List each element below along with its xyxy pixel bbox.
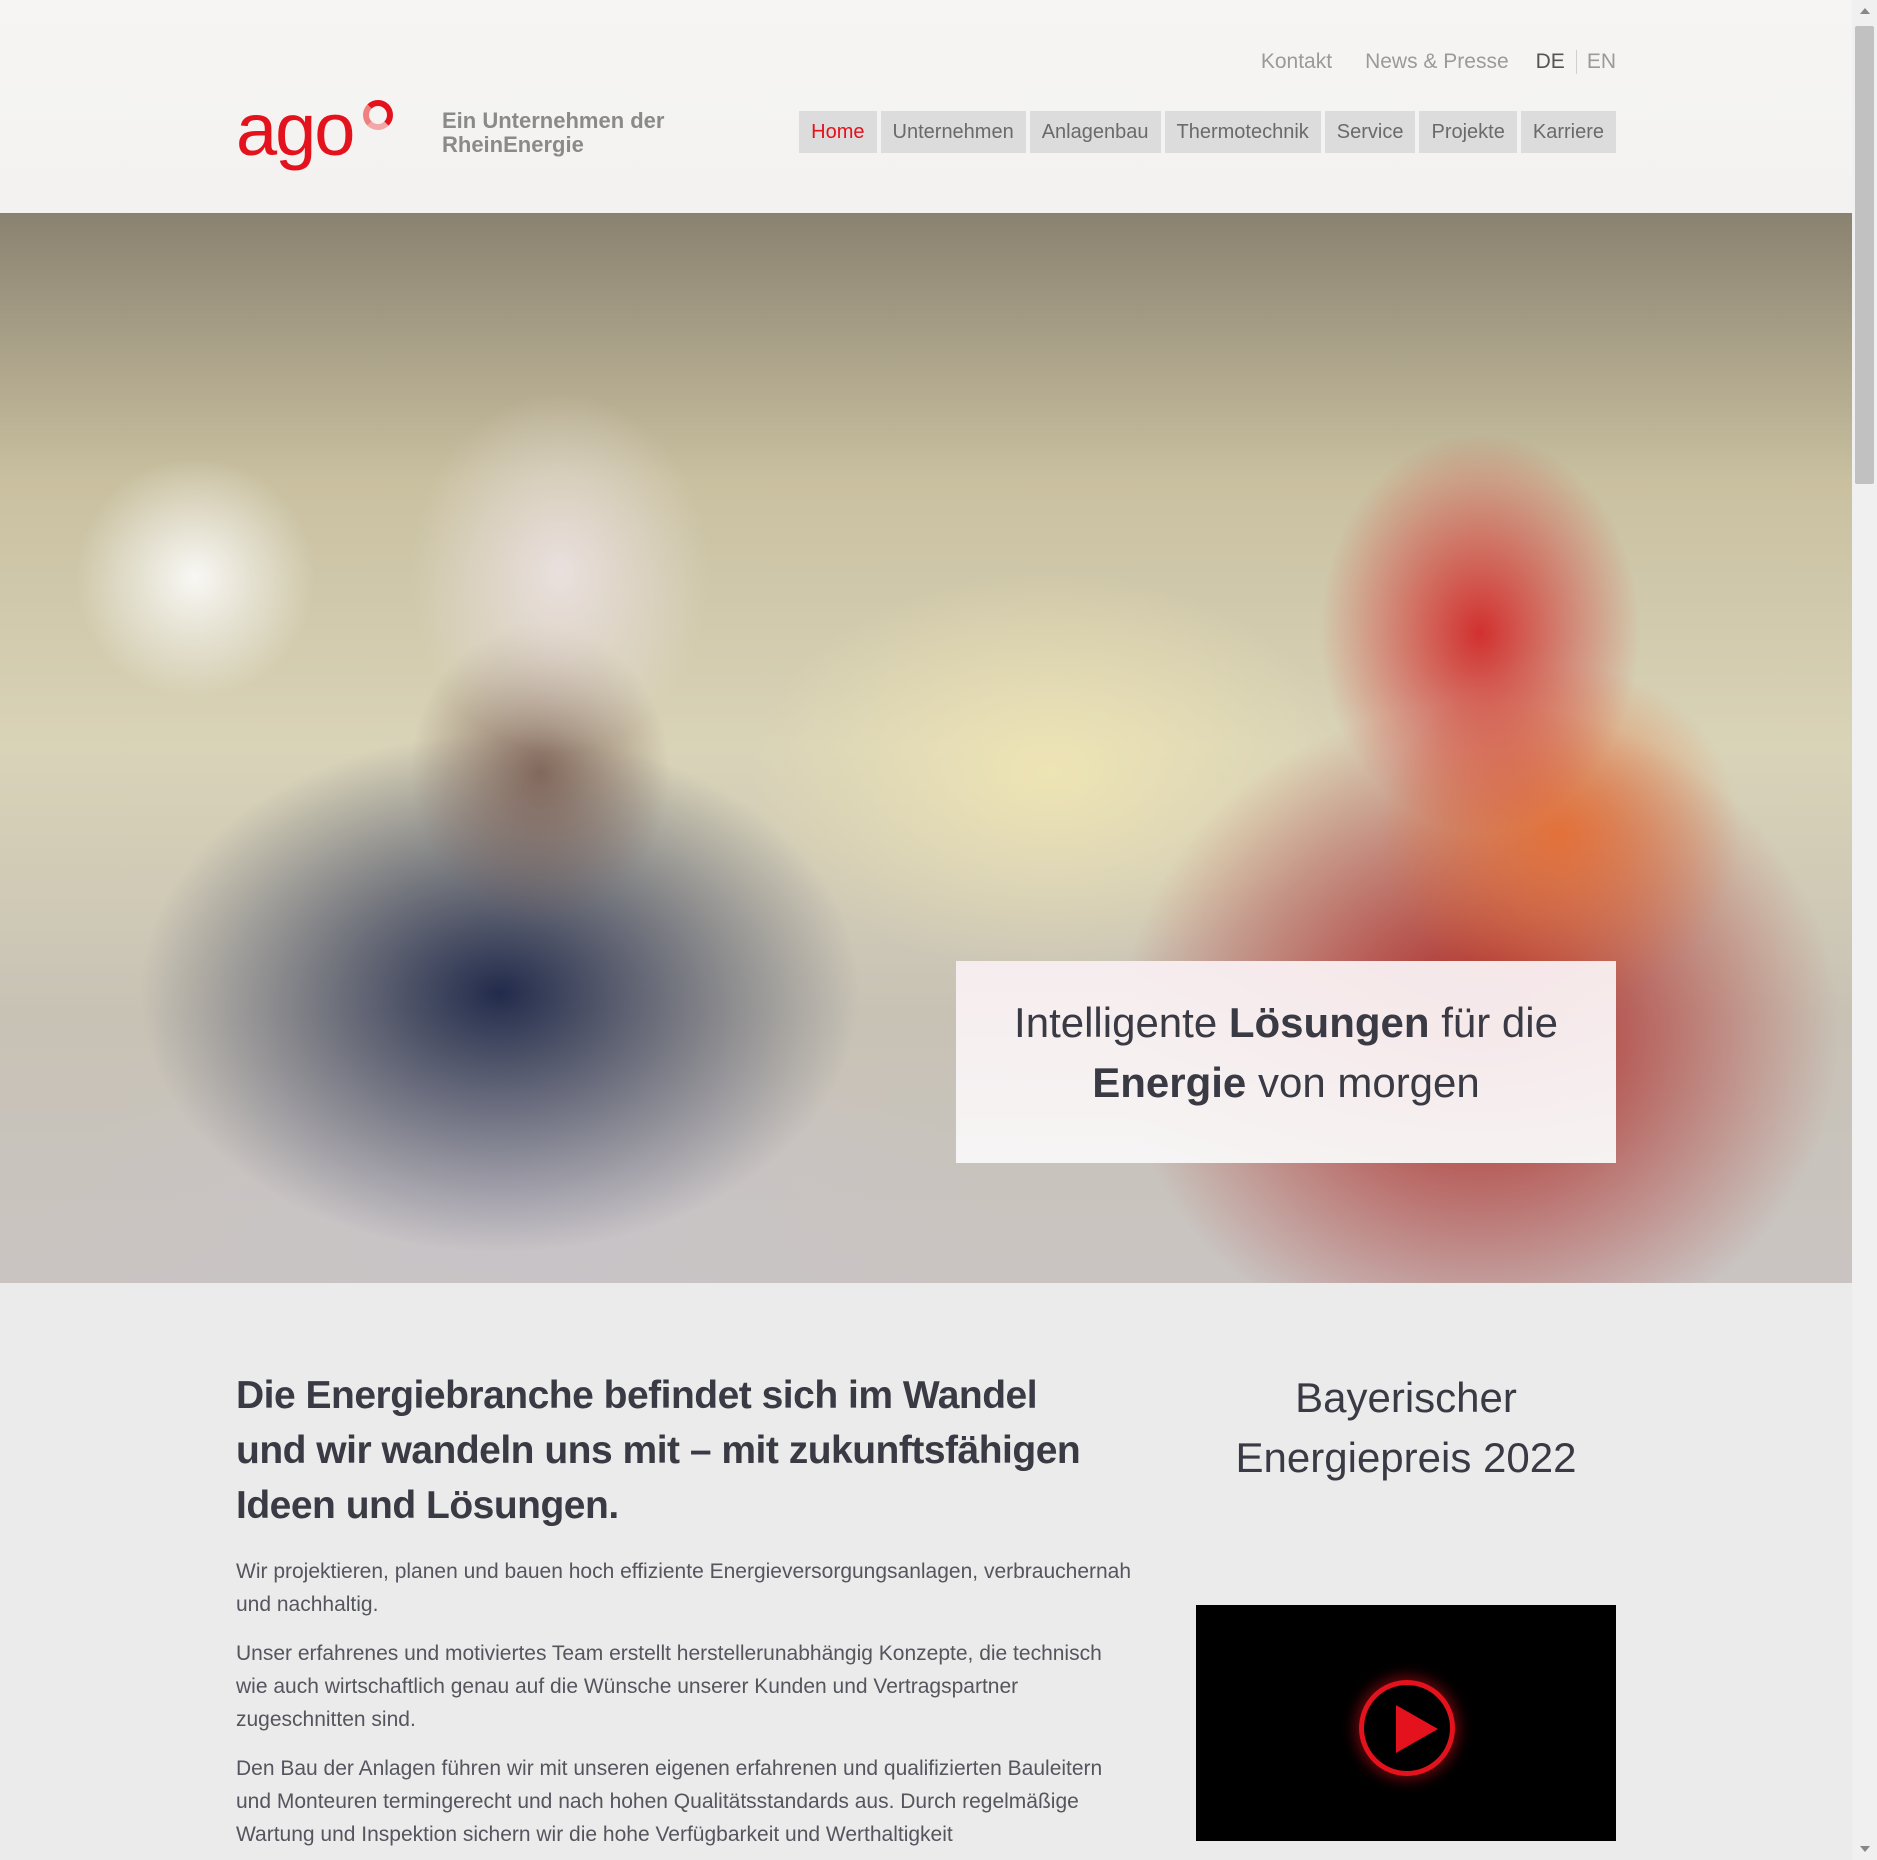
nav-item-unternehmen[interactable]: Unternehmen (880, 111, 1026, 153)
intro-paragraph-2: Unser erfahrenes und motiviertes Team er… (236, 1642, 1102, 1731)
logo-tagline: Ein Unternehmen der RheinEnergie (442, 109, 702, 157)
logo-wordmark: ago (236, 88, 355, 171)
nav-item-thermotechnik[interactable]: Thermotechnik (1164, 111, 1321, 153)
news-presse-link[interactable]: News & Presse (1365, 50, 1509, 74)
scroll-down-arrow-icon[interactable] (1860, 1846, 1870, 1852)
hero-claim-line-1: Intelligente Lösungen für die (1014, 999, 1558, 1046)
ago-logo[interactable]: ago (236, 88, 394, 171)
hero-claim-box: Intelligente Lösungen für die Energie vo… (956, 961, 1616, 1163)
site-header: Kontakt News & Presse DE EN ago Ein Unte… (0, 0, 1852, 213)
play-button[interactable] (1359, 1680, 1455, 1776)
main-navigation: Home Unternehmen Anlagenbau Thermotechni… (799, 111, 1616, 153)
language-en-link[interactable]: EN (1577, 50, 1616, 74)
kontakt-link[interactable]: Kontakt (1261, 50, 1332, 74)
intro-section: Die Energiebranche befindet sich im Wand… (236, 1368, 1136, 1851)
scroll-up-arrow-icon[interactable] (1860, 8, 1870, 14)
hero-image: Intelligente Lösungen für die Energie vo… (0, 213, 1852, 1283)
utility-nav: Kontakt News & Presse DE EN (1261, 50, 1616, 74)
award-section: Bayerischer Energiepreis 2022 (1196, 1368, 1616, 1841)
intro-paragraph-3: Den Bau der Anlagen führen wir mit unser… (236, 1757, 1103, 1846)
intro-headline: Die Energiebranche befindet sich im Wand… (236, 1374, 1081, 1527)
award-title: Bayerischer Energiepreis 2022 (1235, 1374, 1577, 1481)
hero-claim-line-2: Energie von morgen (1092, 1059, 1480, 1106)
scroll-thumb[interactable] (1855, 26, 1874, 484)
logo-ring-icon (363, 100, 394, 130)
tagline-line-1: Ein Unternehmen der (442, 108, 665, 133)
tagline-line-2: RheinEnergie (442, 132, 584, 157)
nav-item-home[interactable]: Home (799, 111, 877, 153)
award-video[interactable] (1196, 1605, 1616, 1841)
page-scrollbar[interactable] (1852, 0, 1877, 1860)
language-de-link[interactable]: DE (1536, 50, 1577, 74)
nav-item-karriere[interactable]: Karriere (1520, 111, 1616, 153)
intro-paragraph-1: Wir projektieren, planen und bauen hoch … (236, 1560, 1132, 1616)
play-icon (1396, 1705, 1438, 1753)
nav-item-anlagenbau[interactable]: Anlagenbau (1029, 111, 1161, 153)
nav-item-service[interactable]: Service (1324, 111, 1416, 153)
nav-item-projekte[interactable]: Projekte (1419, 111, 1517, 153)
